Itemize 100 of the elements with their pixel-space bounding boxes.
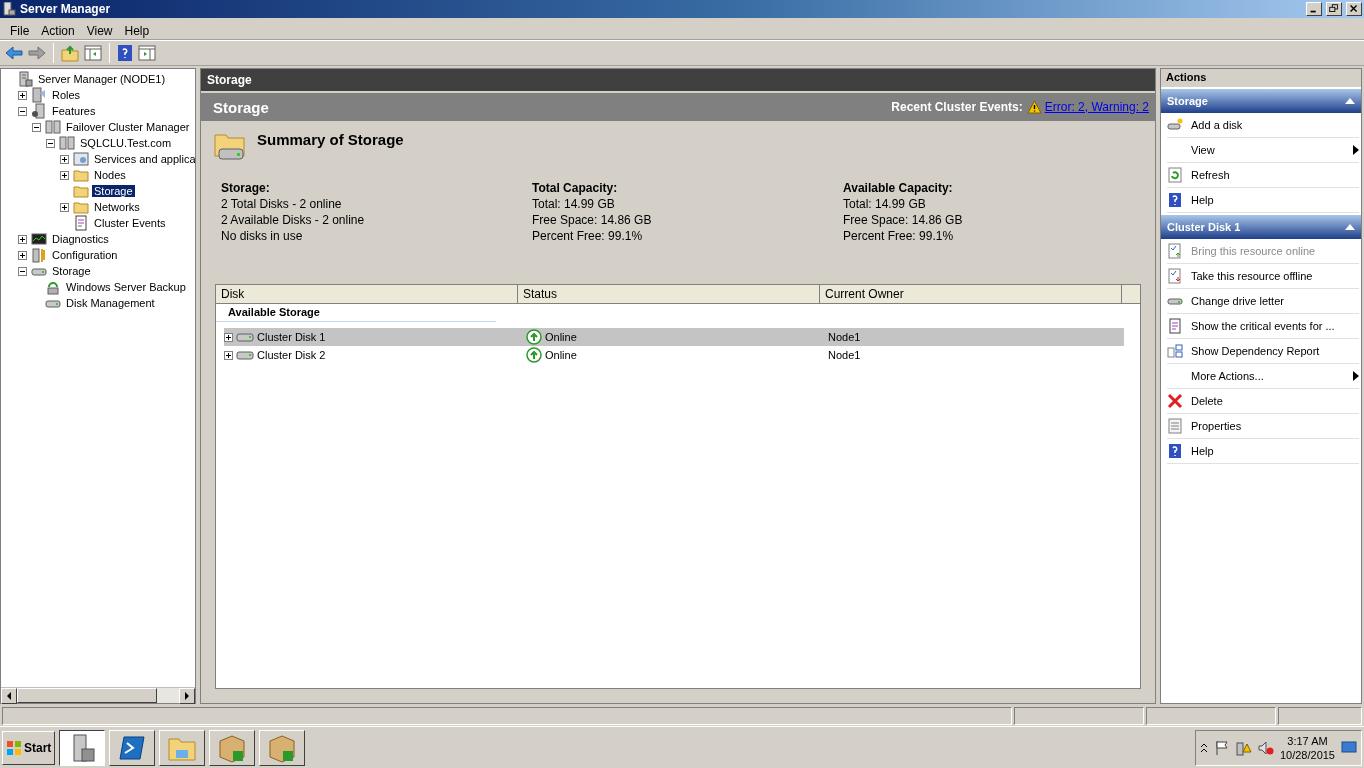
tree-item[interactable]: SQLCLU.Test.com (78, 137, 174, 149)
server-manager-taskbar-button[interactable] (59, 729, 106, 766)
task-link[interactable]: Refresh (1167, 163, 1359, 188)
folder-icon (73, 167, 89, 183)
window-title: Server Manager (20, 2, 112, 16)
tree-item[interactable]: Configuration (50, 249, 120, 261)
server-cluster-icon (45, 119, 61, 135)
column-header[interactable]: Status (518, 285, 820, 304)
task-link[interactable]: Add a disk (1167, 113, 1359, 138)
task-link[interactable]: Change drive letter (1167, 289, 1359, 314)
summary-heading: Available Capacity: (843, 181, 954, 197)
show-desktop-icon[interactable] (1341, 740, 1357, 755)
tree-item[interactable]: Disk Management (64, 297, 157, 309)
scrollbar-thumb[interactable] (17, 688, 157, 703)
services-icon (73, 151, 89, 167)
task-link[interactable]: View (1167, 138, 1359, 163)
collapse-icon[interactable] (18, 106, 27, 116)
network-warning-icon[interactable] (1235, 739, 1252, 756)
package-icon (267, 732, 298, 763)
summary-line: Total: 14.99 GB (843, 197, 927, 213)
show-hide-action-pane-icon[interactable] (137, 44, 157, 62)
menu-item[interactable]: Action (35, 21, 81, 40)
help-icon[interactable] (116, 44, 134, 62)
clock-date: 10/28/2015 (1279, 747, 1335, 762)
package-taskbar-button[interactable] (259, 729, 306, 766)
server-icon (17, 71, 33, 87)
expand-icon[interactable] (18, 250, 27, 260)
task-link[interactable]: Properties (1167, 414, 1359, 439)
tree-item[interactable]: Storage (92, 185, 135, 197)
show-hide-tree-icon[interactable] (83, 44, 103, 62)
tree-item[interactable]: Nodes (92, 169, 128, 181)
summary-heading: Storage: (221, 181, 271, 197)
tree-item[interactable]: Diagnostics (50, 233, 111, 245)
menu-item[interactable]: View (80, 21, 119, 40)
collapse-icon[interactable] (18, 266, 27, 276)
summary-line: Total: 14.99 GB (532, 197, 616, 213)
expand-icon[interactable] (224, 332, 233, 342)
explorer-taskbar-button[interactable] (159, 729, 206, 766)
expand-icon[interactable] (18, 90, 27, 100)
monitor-icon (31, 231, 47, 247)
resource-offline-icon (1167, 268, 1183, 284)
menu-item[interactable]: Help (118, 21, 156, 40)
task-link[interactable]: More Actions... (1167, 364, 1359, 389)
task-link[interactable]: Help (1167, 188, 1359, 213)
actions-title: Actions (1161, 69, 1361, 87)
collapse-icon[interactable] (46, 138, 55, 148)
tree-item[interactable]: Server Manager (NODE1) (36, 73, 168, 85)
table-row[interactable]: Cluster Disk 1 Online Node1 (224, 328, 1124, 346)
tree-item[interactable]: Failover Cluster Manager (64, 121, 192, 133)
task-link[interactable]: Take this resource offline (1167, 264, 1359, 289)
scroll-right-button[interactable] (179, 688, 195, 704)
expand-icon[interactable] (224, 350, 233, 360)
minimize-button[interactable] (1306, 2, 1322, 16)
collapse-icon[interactable] (32, 122, 41, 132)
flag-icon[interactable] (1213, 739, 1230, 756)
windows-logo-icon (6, 739, 22, 756)
tree-item[interactable]: Features (50, 105, 98, 117)
tree-item[interactable]: Windows Server Backup (64, 281, 188, 293)
column-header[interactable]: Current Owner (820, 285, 1122, 304)
summary-line: No disks in use (221, 229, 304, 245)
folder-icon (73, 183, 89, 199)
help-icon (1167, 443, 1183, 459)
package-taskbar-button[interactable] (209, 729, 256, 766)
task-link[interactable]: Delete (1167, 389, 1359, 414)
speaker-muted-icon[interactable] (1257, 739, 1274, 756)
tree-item[interactable]: Services and applica (92, 153, 195, 165)
expand-icon[interactable] (60, 170, 69, 180)
forward-icon[interactable] (27, 44, 47, 62)
tree-item[interactable]: Networks (92, 201, 142, 213)
summary-heading: Total Capacity: (532, 181, 619, 197)
add-disk-icon (1167, 117, 1183, 133)
start-button[interactable]: Start (2, 730, 56, 765)
column-header[interactable]: Disk (216, 285, 518, 304)
expand-icon[interactable] (60, 154, 69, 164)
folder-icon (73, 199, 89, 215)
task-link[interactable]: Show the critical events for ... (1167, 314, 1359, 339)
actions-section-header[interactable]: Cluster Disk 1 (1161, 215, 1361, 239)
summary-line: 2 Total Disks - 2 online (221, 197, 343, 213)
menu-item[interactable]: File (4, 21, 36, 40)
tree-item[interactable]: Storage (50, 265, 93, 277)
tree-item[interactable]: Roles (50, 89, 83, 101)
close-button[interactable] (1346, 2, 1362, 16)
back-icon[interactable] (4, 44, 24, 62)
summary-title: Summary of Storage (257, 130, 404, 148)
show-hidden-icons-icon[interactable] (1199, 742, 1208, 753)
scroll-left-button[interactable] (1, 688, 17, 704)
tree-item[interactable]: Cluster Events (92, 217, 168, 229)
horizontal-scrollbar[interactable] (1, 687, 195, 703)
task-link[interactable]: Help (1167, 439, 1359, 464)
powershell-taskbar-button[interactable] (109, 729, 156, 766)
actions-section-header[interactable]: Storage (1161, 89, 1361, 113)
table-row[interactable]: Cluster Disk 2 Online Node1 (224, 346, 1124, 364)
server-icon (2, 2, 16, 16)
restore-button[interactable] (1326, 2, 1342, 16)
summary-line: Free Space: 14.86 GB (843, 213, 964, 229)
expand-icon[interactable] (60, 202, 69, 212)
task-link[interactable]: Show Dependency Report (1167, 339, 1359, 364)
expand-icon[interactable] (18, 234, 27, 244)
summary-line: Percent Free: 99.1% (843, 229, 955, 245)
terminal-icon (118, 734, 147, 761)
